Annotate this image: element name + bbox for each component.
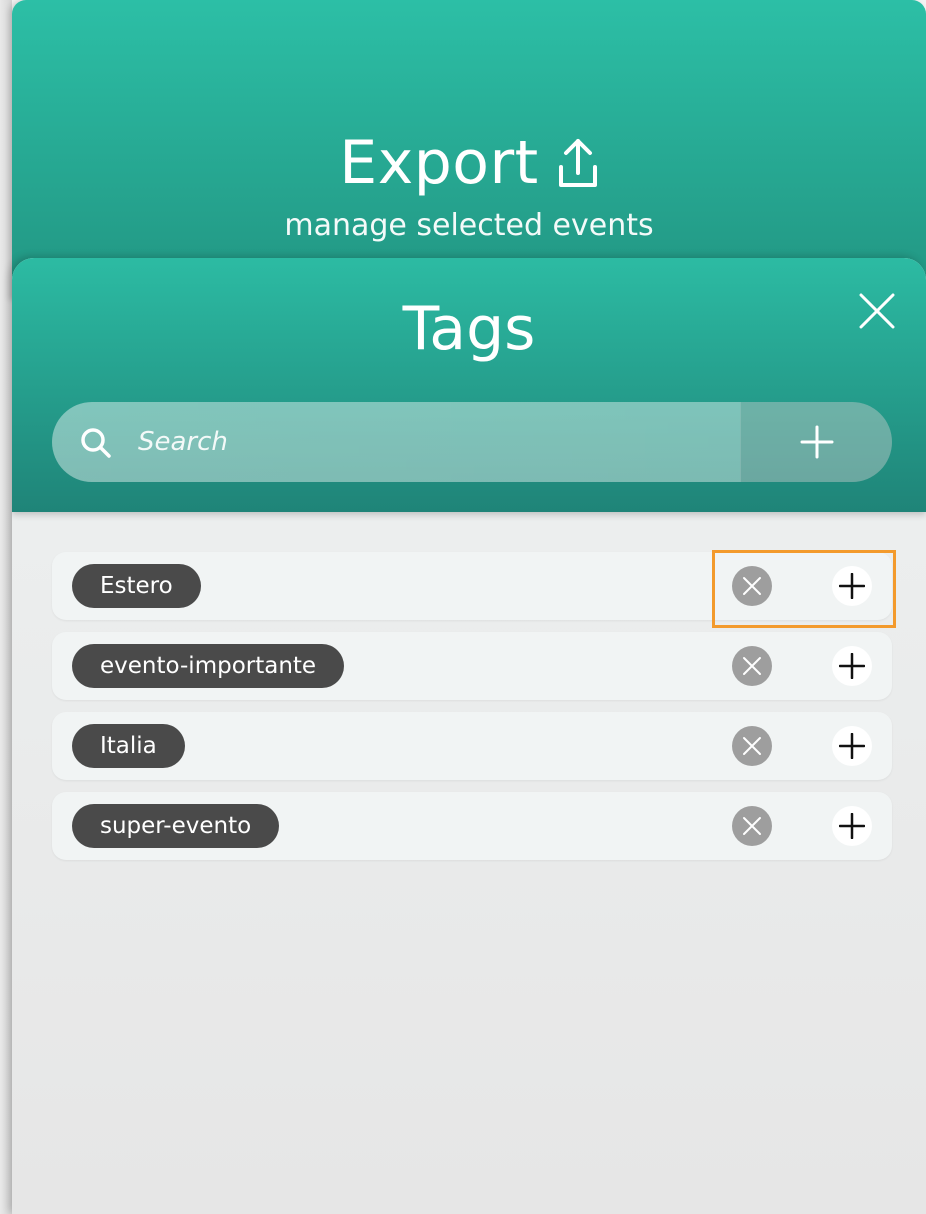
search-input[interactable] xyxy=(138,402,738,482)
close-icon xyxy=(743,577,761,595)
remove-tag-button[interactable] xyxy=(732,646,772,686)
close-icon xyxy=(743,817,761,835)
tags-panel: Tags Estero xyxy=(12,258,926,1214)
close-icon xyxy=(743,737,761,755)
tag-row: evento-importante xyxy=(52,632,892,700)
plus-icon xyxy=(839,813,865,839)
export-subtitle: manage selected events xyxy=(284,208,654,243)
add-tag-to-events-button[interactable] xyxy=(832,646,872,686)
plus-icon xyxy=(839,733,865,759)
tags-title: Tags xyxy=(402,294,536,364)
tag-row: super-evento xyxy=(52,792,892,860)
export-header[interactable]: Export xyxy=(12,128,926,198)
tag-pill[interactable]: super-evento xyxy=(72,804,280,848)
add-tag-to-events-button[interactable] xyxy=(832,566,872,606)
remove-tag-button[interactable] xyxy=(732,726,772,766)
add-tag-to-events-button[interactable] xyxy=(832,806,872,846)
tag-pill[interactable]: Italia xyxy=(72,724,185,768)
add-tag-button[interactable] xyxy=(740,402,892,482)
plus-icon xyxy=(800,425,833,459)
tag-pill[interactable]: Estero xyxy=(72,564,201,608)
close-icon xyxy=(859,293,895,329)
tag-row: Italia xyxy=(52,712,892,780)
export-title: Export xyxy=(339,128,539,198)
search-bar xyxy=(52,402,892,482)
tag-row: Estero xyxy=(52,552,892,620)
remove-tag-button[interactable] xyxy=(732,806,772,846)
tags-header: Tags xyxy=(12,258,926,512)
tag-list: Estero evento-importante Italia super-ev… xyxy=(52,552,892,872)
add-tag-to-events-button[interactable] xyxy=(832,726,872,766)
close-button[interactable] xyxy=(858,292,896,330)
tag-pill[interactable]: evento-importante xyxy=(72,644,345,688)
search-icon xyxy=(81,428,111,458)
plus-icon xyxy=(839,653,865,679)
search-field[interactable] xyxy=(52,402,740,482)
remove-tag-button[interactable] xyxy=(732,566,772,606)
export-panel: Export manage selected events xyxy=(12,0,926,300)
background-edge xyxy=(0,0,12,1214)
close-icon xyxy=(743,657,761,675)
plus-icon xyxy=(839,573,865,599)
upload-icon xyxy=(557,137,599,189)
